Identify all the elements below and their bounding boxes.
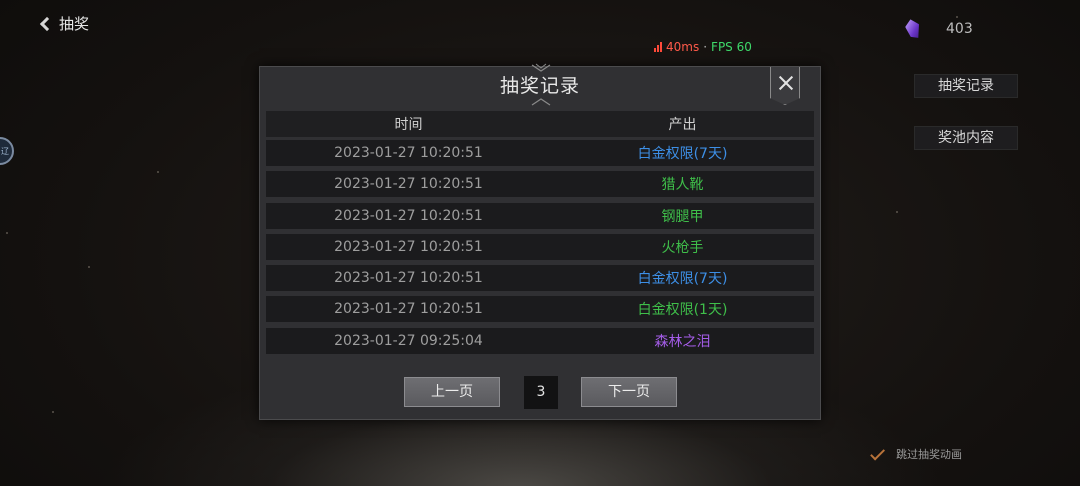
row-time: 2023-01-27 10:20:51 — [334, 207, 483, 224]
close-icon[interactable] — [770, 67, 800, 105]
row-item: 猎人靴 — [661, 177, 704, 194]
next-page-button[interactable]: 下一页 — [581, 377, 677, 407]
side-disc-button[interactable]: 辽 — [0, 137, 14, 165]
row-item: 森林之泪 — [654, 333, 711, 350]
currency-display: 403 — [906, 19, 973, 39]
table-body: 2023-01-27 10:20:51 白金权限(7天) 2023-01-27 10… — [266, 140, 814, 354]
background-speck — [6, 232, 8, 234]
background-speck — [157, 171, 159, 173]
row-item: 白金权限(1天) — [637, 302, 728, 319]
title-ornament-bottom — [531, 98, 551, 106]
back-label: 抽奖 — [59, 15, 90, 33]
back-button[interactable]: 抽奖 — [39, 13, 90, 34]
column-header-output: 产出 — [668, 117, 697, 133]
purple-gem-icon — [904, 18, 923, 41]
side-disc-label: 辽 — [1, 147, 9, 156]
row-time: 2023-01-27 10:20:51 — [334, 270, 483, 287]
column-header-time: 时间 — [394, 117, 423, 133]
row-item: 火枪手 — [661, 239, 704, 256]
current-page-number: 3 — [524, 376, 558, 409]
chevron-left-icon — [39, 16, 55, 31]
table-row: 2023-01-27 10:20:51 白金权限(7天) — [266, 140, 814, 166]
table-row: 2023-01-27 10:20:51 火枪手 — [266, 233, 814, 260]
table-header: 时间 产出 — [266, 111, 814, 137]
row-item: 白金权限(7天) — [637, 271, 728, 288]
row-time: 2023-01-27 10:20:51 — [334, 301, 483, 318]
row-item: 白金权限(7天) — [637, 146, 728, 162]
currency-amount: 403 — [946, 21, 973, 37]
row-time: 2023-01-27 10:20:51 — [334, 145, 483, 161]
draw-history-button[interactable]: 抽奖记录 — [914, 74, 1018, 98]
skip-animation-toggle[interactable]: 跳过抽奖动画 — [870, 445, 962, 462]
row-time: 2023-01-27 10:20:51 — [334, 176, 483, 193]
background-speck — [88, 266, 90, 268]
table-row: 2023-01-27 09:25:04 森林之泪 — [266, 327, 814, 354]
signal-icon — [654, 42, 662, 52]
row-item: 钢腿甲 — [661, 208, 704, 225]
table-row: 2023-01-27 10:20:51 白金权限(1天) — [266, 296, 814, 323]
background-speck — [896, 211, 898, 213]
prize-pool-button[interactable]: 奖池内容 — [914, 126, 1018, 150]
network-separator: · — [703, 40, 708, 54]
pagination: 上一页 3 下一页 — [260, 376, 820, 409]
modal-title: 抽奖记录 — [499, 75, 580, 97]
history-table: 时间 产出 2023-01-27 10:20:51 白金权限(7天) 2023-01… — [266, 111, 814, 354]
row-time: 2023-01-27 09:25:04 — [334, 332, 483, 349]
background-speck — [52, 411, 54, 413]
prev-page-button[interactable]: 上一页 — [404, 377, 500, 407]
background-speck — [956, 16, 958, 18]
ping-value: 40ms — [666, 40, 700, 54]
draw-history-modal: 抽奖记录 时间 产出 2023-01-27 10:20:51 白金权限(7天) 20… — [259, 63, 821, 420]
table-row: 2023-01-27 10:20:51 白金权限(7天) — [266, 265, 814, 292]
checkmark-icon — [870, 445, 886, 461]
skip-animation-label: 跳过抽奖动画 — [896, 448, 962, 461]
table-row: 2023-01-27 10:20:51 猎人靴 — [266, 171, 814, 198]
network-status: 40ms · FPS 60 — [654, 40, 752, 54]
row-time: 2023-01-27 10:20:51 — [334, 238, 483, 255]
table-row: 2023-01-27 10:20:51 钢腿甲 — [266, 202, 814, 229]
fps-value: FPS 60 — [711, 40, 752, 54]
